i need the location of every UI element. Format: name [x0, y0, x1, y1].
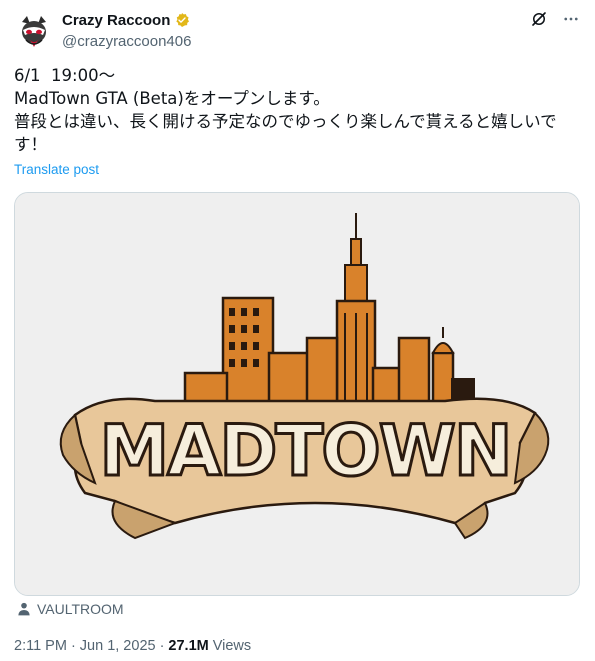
- post-time[interactable]: 2:11 PM: [14, 638, 67, 654]
- tweet-media-image[interactable]: MADTOWN: [14, 192, 580, 596]
- tweet-meta: 2:11 PM · Jun 1, 2025 · 27.1M Views: [14, 638, 251, 654]
- views-label: Views: [212, 638, 252, 654]
- meta-separator: ·: [70, 638, 76, 654]
- raccoon-logo-icon: [14, 12, 54, 52]
- post-date[interactable]: Jun 1, 2025: [80, 638, 156, 654]
- verified-badge-icon[interactable]: [174, 12, 190, 28]
- meta-separator: ·: [159, 638, 165, 654]
- avatar[interactable]: [14, 12, 54, 52]
- grok-icon[interactable]: [530, 10, 548, 28]
- views-count[interactable]: 27.1M: [168, 638, 208, 654]
- translate-post-link[interactable]: Translate post: [14, 162, 99, 177]
- person-icon: [18, 602, 30, 616]
- tagged-account[interactable]: VAULTROOM: [37, 601, 124, 617]
- display-name[interactable]: Crazy Raccoon: [62, 12, 170, 29]
- madtown-logo-text: MADTOWN: [100, 410, 511, 492]
- more-icon[interactable]: [562, 10, 580, 28]
- media-tag[interactable]: VAULTROOM: [16, 601, 124, 617]
- user-handle[interactable]: @crazyraccoon406: [62, 33, 191, 50]
- tweet-text: 6/1 19:00～ MadTown GTA (Beta)をオープンします。 普…: [14, 66, 557, 154]
- tweet-header: Crazy Raccoon @crazyraccoon406: [14, 8, 582, 52]
